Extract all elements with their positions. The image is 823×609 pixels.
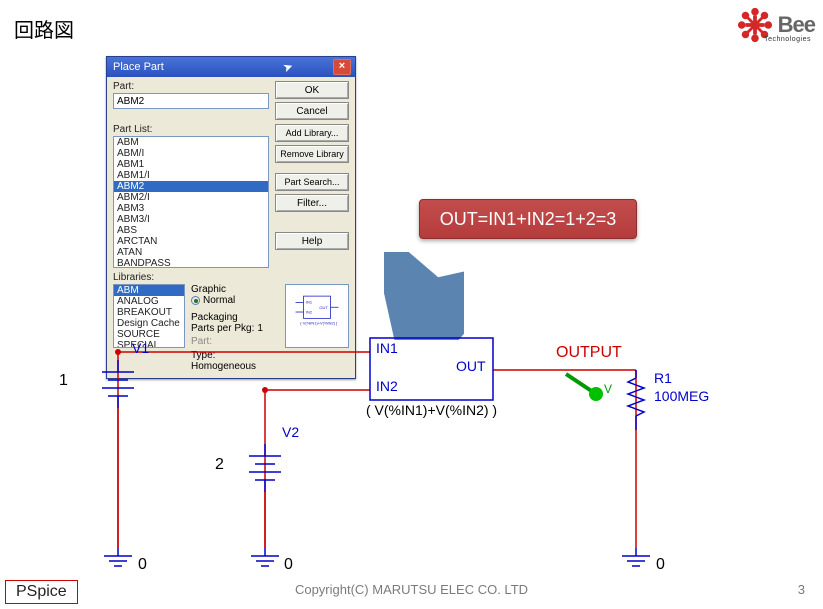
page-number: 3	[798, 582, 805, 597]
gnd-label-1: 0	[138, 556, 147, 574]
r1-value: 100MEG	[654, 388, 709, 404]
v1-name: V1	[132, 340, 149, 356]
slide: { "title": "回路図", "logo": { "text": "Bee…	[0, 0, 823, 609]
r1-name: R1	[654, 370, 672, 386]
v2-name: V2	[282, 424, 299, 440]
abm-out-label: OUT	[456, 358, 486, 374]
schematic	[0, 0, 823, 609]
gnd-label-2: 0	[284, 556, 293, 574]
abm-in2-label: IN2	[376, 378, 398, 394]
copyright-text: Copyright(C) MARUTSU ELEC CO. LTD	[0, 582, 823, 597]
abm-expression: ( V(%IN1)+V(%IN2) )	[366, 402, 497, 418]
gnd-label-3: 0	[656, 556, 665, 574]
output-net-label: OUTPUT	[556, 344, 622, 362]
v2-value: 2	[215, 456, 224, 474]
voltage-marker-label: V	[604, 382, 612, 396]
v1-value: 1	[59, 372, 68, 390]
abm-in1-label: IN1	[376, 340, 398, 356]
